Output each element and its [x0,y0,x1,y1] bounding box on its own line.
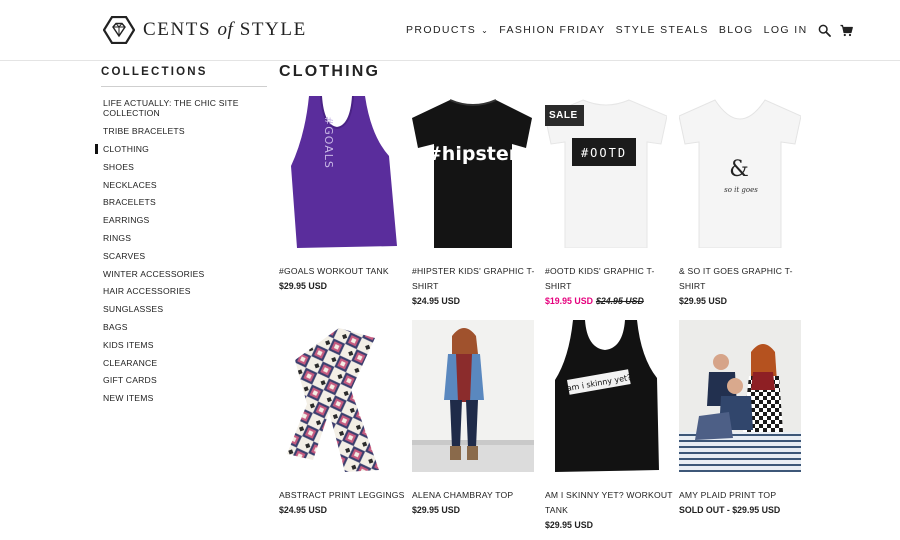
product-price: $29.95 USD [412,505,460,515]
product-image[interactable] [279,320,401,472]
product-card[interactable]: am i skinny yet? AM I SKINNY YET? WORKOU… [545,320,672,533]
sidebar-item-gift-cards[interactable]: GIFT CARDS [101,375,267,385]
sidebar-item-shoes[interactable]: SHOES [101,162,267,172]
product-price: SOLD OUT - $29.95 USD [679,505,781,515]
product-name[interactable]: #OOTD KIDS' GRAPHIC T-SHIRT [545,264,673,294]
product-price: $19.95 USD $24.95 USD [545,294,668,309]
search-icon[interactable] [818,24,831,37]
product-name[interactable]: ABSTRACT PRINT LEGGINGS [279,488,407,503]
sidebar-item-hair-accessories[interactable]: HAIR ACCESSORIES [101,286,267,296]
nav-blog[interactable]: BLOG [719,24,754,36]
sidebar-title: COLLECTIONS [101,66,267,87]
product-image[interactable]: #OOTD SALE [545,96,667,248]
product-price: $29.95 USD [545,520,593,530]
product-image[interactable] [412,320,534,472]
product-card[interactable]: AMY PLAID PRINT TOP SOLD OUT - $29.95 US… [679,320,802,518]
nav-style-steals[interactable]: STYLE STEALS [616,24,709,36]
product-name[interactable]: ALENA CHAMBRAY TOP [412,488,540,503]
site-header: CENTS of STYLE PRODUCTS ⌄ FASHION FRIDAY… [0,0,900,61]
collections-sidebar: COLLECTIONS LIFE ACTUALLY: THE CHIC SITE… [95,66,267,411]
sidebar-item-new-items[interactable]: NEW ITEMS [101,393,267,403]
chevron-down-icon: ⌄ [481,25,490,35]
sale-badge: SALE [545,105,584,126]
product-price: $29.95 USD [679,296,727,306]
product-name[interactable]: & SO IT GOES GRAPHIC T-SHIRT [679,264,807,294]
sale-price: $19.95 USD [545,296,593,306]
main-nav: PRODUCTS ⌄ FASHION FRIDAY STYLE STEALS B… [406,23,862,37]
svg-text:#OOTD: #OOTD [581,146,627,160]
product-price: $24.95 USD [412,296,460,306]
nav-products[interactable]: PRODUCTS ⌄ [406,24,489,36]
sidebar-item-sunglasses[interactable]: SUNGLASSES [101,304,267,314]
sidebar-item-clothing[interactable]: CLOTHING [95,144,267,155]
product-price: $29.95 USD [279,281,327,291]
sidebar-item-clearance[interactable]: CLEARANCE [101,358,267,368]
sidebar-item-winter-accessories[interactable]: WINTER ACCESSORIES [101,269,267,279]
diamond-logo-icon [103,16,135,44]
nav-log-in[interactable]: LOG IN [764,24,808,36]
product-card[interactable]: ABSTRACT PRINT LEGGINGS $24.95 USD [279,320,404,518]
sidebar-item-bracelets[interactable]: BRACELETS [101,197,267,207]
sidebar-item-tribe-bracelets[interactable]: TRIBE BRACELETS [101,126,267,136]
product-name[interactable]: #HIPSTER KIDS' GRAPHIC T-SHIRT [412,264,540,294]
product-card[interactable]: ALENA CHAMBRAY TOP $29.95 USD [412,320,535,518]
product-price: $24.95 USD [279,505,327,515]
sidebar-item-bags[interactable]: BAGS [101,322,267,332]
product-card[interactable]: & so it goes & SO IT GOES GRAPHIC T-SHIR… [679,96,802,309]
product-card[interactable]: #OOTD SALE #OOTD KIDS' GRAPHIC T-SHIRT $… [545,96,668,309]
original-price: $24.95 USD [595,296,644,306]
nav-fashion-friday[interactable]: FASHION FRIDAY [499,24,605,36]
sidebar-item-kids-items[interactable]: KIDS ITEMS [101,340,267,350]
product-name[interactable]: AMY PLAID PRINT TOP [679,488,807,503]
product-name[interactable]: AM I SKINNY YET? WORKOUT TANK [545,488,673,518]
product-card[interactable]: #hipster #HIPSTER KIDS' GRAPHIC T-SHIRT … [412,96,535,309]
sidebar-item-earrings[interactable]: EARRINGS [101,215,267,225]
product-image[interactable]: #hipster [412,96,534,248]
product-image[interactable]: #GOALS [279,96,401,248]
page-title: CLOTHING [279,63,381,80]
product-card[interactable]: #GOALS #GOALS WORKOUT TANK $29.95 USD [279,96,402,294]
logo-wordmark: CENTS of STYLE [143,19,307,40]
sidebar-item-rings[interactable]: RINGS [101,233,267,243]
sidebar-item-life-actually[interactable]: LIFE ACTUALLY: THE CHIC SITE COLLECTION [101,98,241,119]
sidebar-item-necklaces[interactable]: NECKLACES [101,180,267,190]
product-image[interactable] [679,320,801,472]
svg-text:&: & [729,157,749,182]
nav-products-label: PRODUCTS [406,24,477,36]
collections-list: LIFE ACTUALLY: THE CHIC SITE COLLECTION … [95,98,267,404]
product-image[interactable]: am i skinny yet? [545,320,667,472]
cart-icon[interactable] [840,24,853,37]
svg-text:so it goes: so it goes [724,186,758,194]
sidebar-item-scarves[interactable]: SCARVES [101,251,267,261]
site-logo[interactable]: CENTS of STYLE [103,16,307,44]
product-image[interactable]: & so it goes [679,96,801,248]
product-name[interactable]: #GOALS WORKOUT TANK [279,264,407,279]
svg-text:#GOALS: #GOALS [322,116,335,169]
svg-text:#hipster: #hipster [426,143,519,165]
